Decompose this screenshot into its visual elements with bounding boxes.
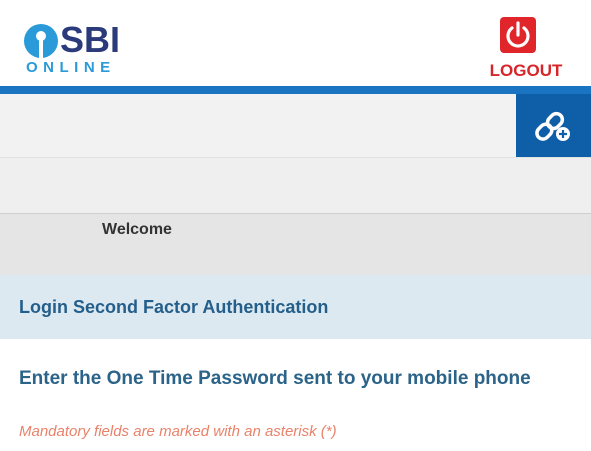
otp-heading: Enter the One Time Password sent to your… — [19, 368, 531, 389]
header-divider-bar — [0, 86, 591, 94]
page-title: Login Second Factor Authentication — [19, 297, 329, 317]
site-header: SBI ONLINE LOGOUT — [0, 0, 591, 86]
quick-link-button[interactable] — [516, 94, 591, 157]
logo-subtext: ONLINE — [26, 59, 116, 76]
sbi-online-logo[interactable]: SBI ONLINE — [24, 19, 144, 78]
mandatory-note: Mandatory fields are marked with an aste… — [19, 423, 337, 440]
logo-text: SBI — [60, 19, 121, 60]
logout-button[interactable]: LOGOUT — [484, 17, 568, 81]
sbi-logo-icon — [24, 24, 58, 58]
power-icon — [500, 17, 536, 53]
auth-title-band: Login Second Factor Authentication — [0, 275, 591, 339]
spacer-band — [0, 157, 591, 214]
logout-label: LOGOUT — [489, 61, 563, 80]
welcome-band: Welcome — [0, 213, 591, 276]
welcome-text: Welcome — [102, 221, 172, 238]
toolbar — [0, 94, 591, 157]
